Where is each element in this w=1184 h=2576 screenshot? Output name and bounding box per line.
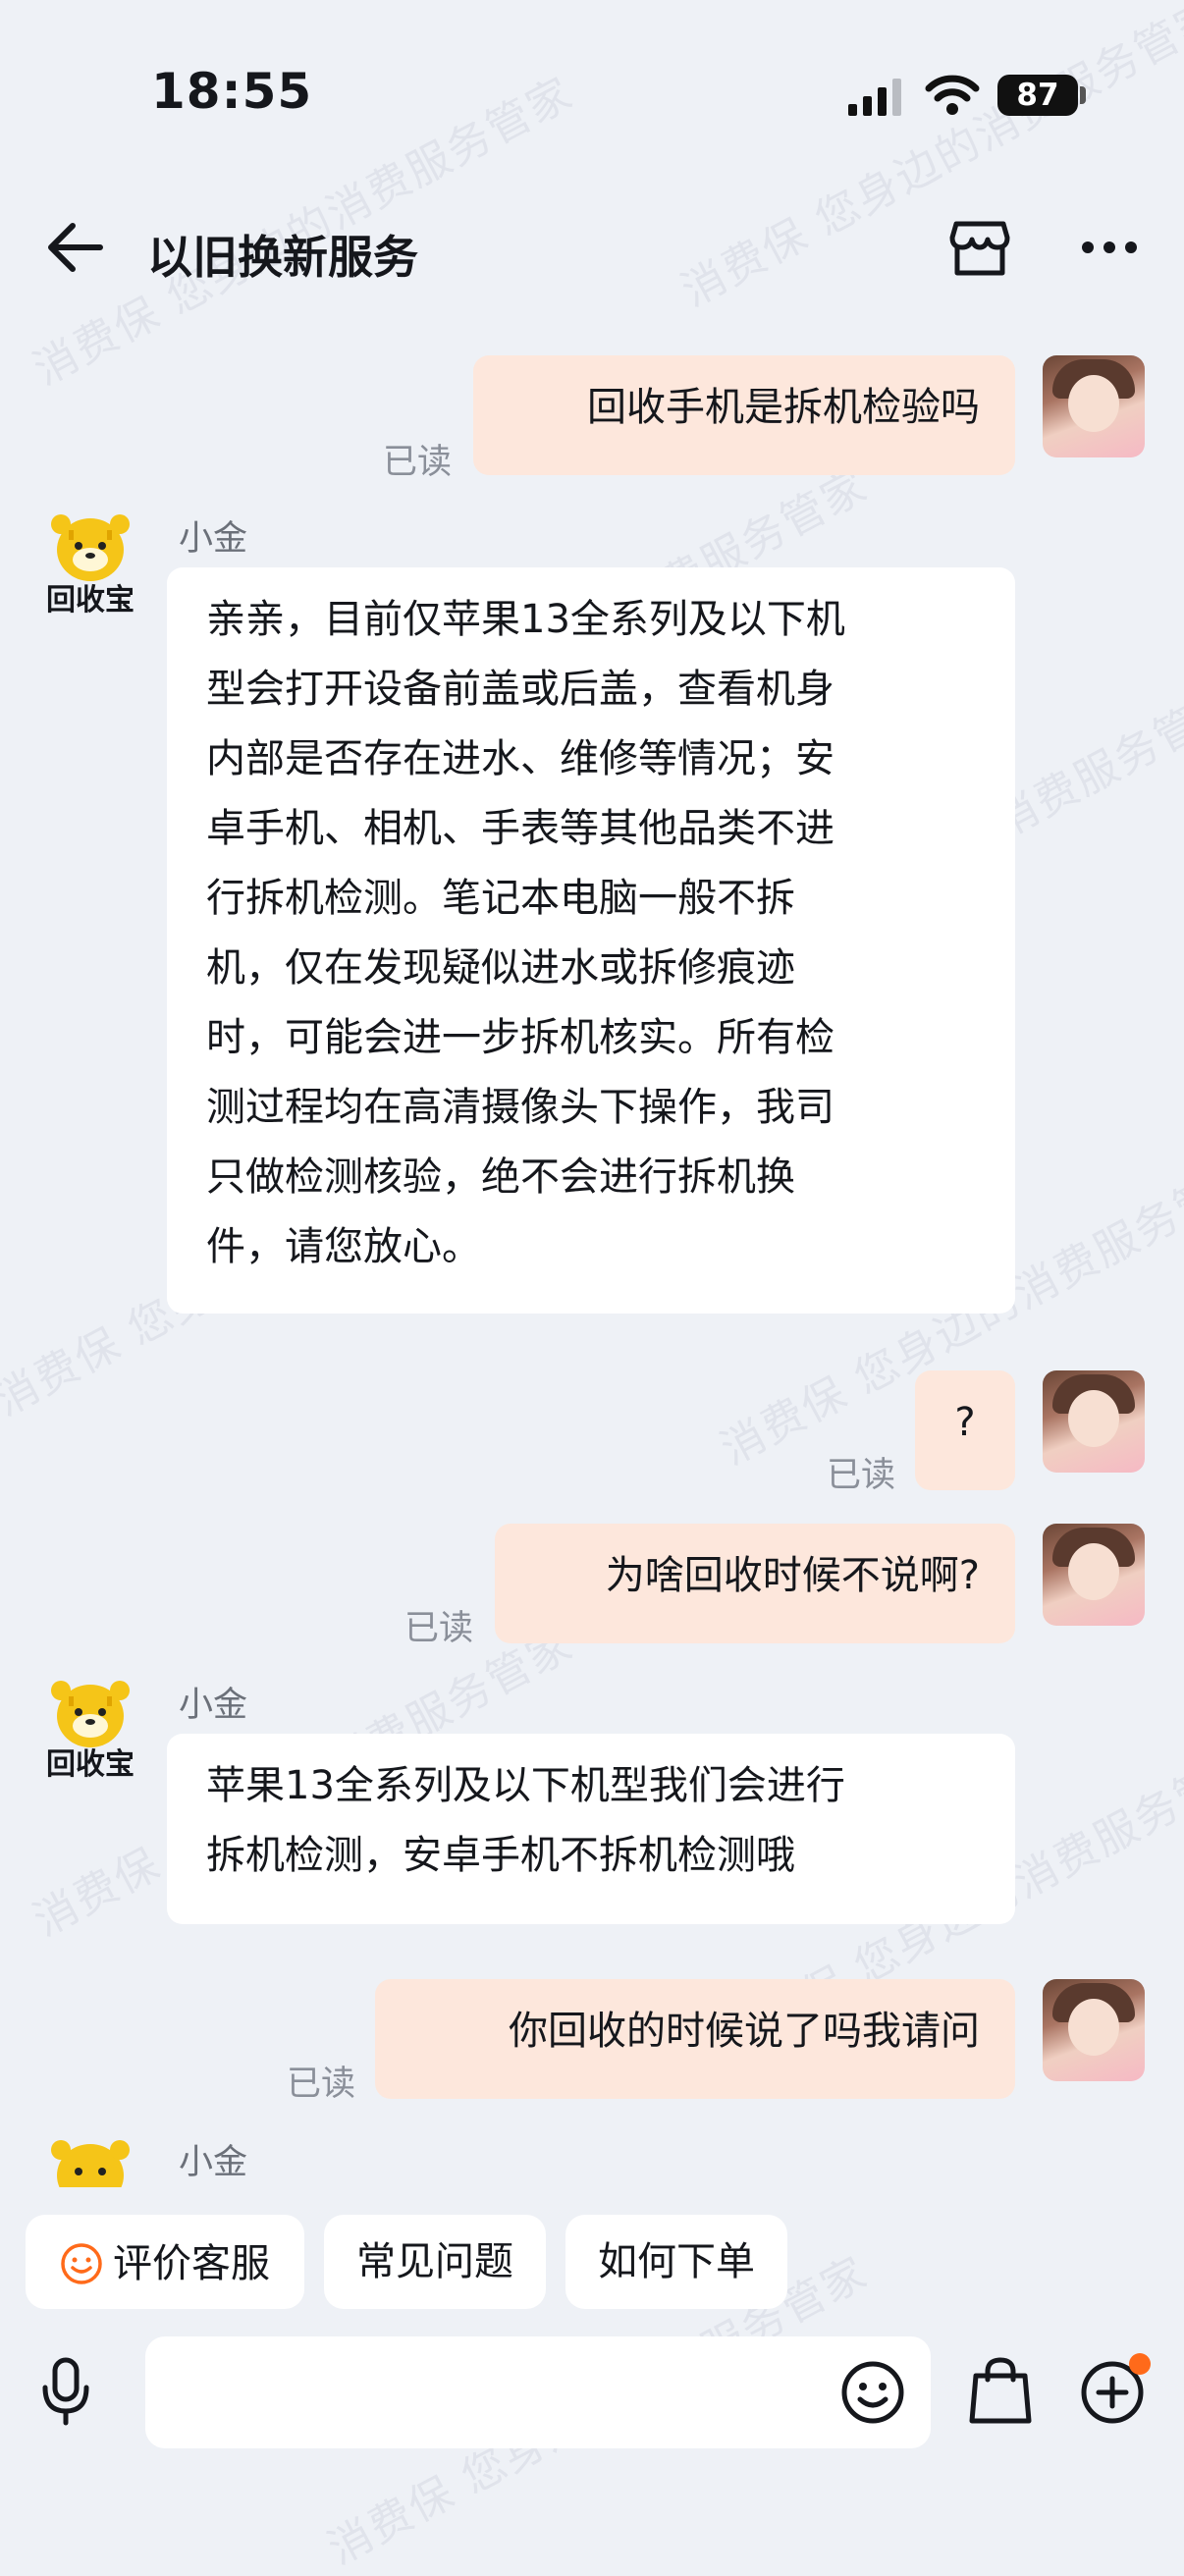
- bot-badge-label: 回收宝: [46, 1747, 135, 1782]
- watermark-text: 消费保 您身边的消费服务管家: [673, 0, 1184, 317]
- bot-avatar: [51, 2140, 130, 2187]
- quick-reply-faq[interactable]: 常见问题: [324, 2215, 546, 2309]
- battery-tip: [1080, 86, 1086, 104]
- message-line: 行拆机检测。笔记本电脑一般不拆: [206, 876, 795, 921]
- message-bubble-bot: 苹果13全系列及以下机型我们会进行 拆机检测，安卓手机不拆机检测哦: [167, 1734, 1015, 1924]
- message-line: 拆机检测，安卓手机不拆机检测哦: [206, 1833, 795, 1878]
- message-line: 时，可能会进一步拆机核实。所有检: [206, 1015, 834, 1060]
- quick-reply-label: 如何下单: [598, 2239, 755, 2284]
- message-text: ?: [954, 1400, 976, 1445]
- voice-icon[interactable]: [37, 2356, 94, 2427]
- message-line: 卓手机、相机、手表等其他品类不进: [206, 806, 834, 851]
- bot-avatar-partial: [39, 2136, 141, 2187]
- quick-reply-rate-service[interactable]: 评价客服: [26, 2215, 304, 2309]
- back-arrow-icon[interactable]: [43, 218, 106, 277]
- message-bubble-user: ?: [915, 1370, 1015, 1490]
- read-status: 已读: [287, 2065, 356, 2104]
- store-icon[interactable]: [948, 218, 1011, 279]
- notification-dot: [1129, 2353, 1151, 2375]
- smile-icon: [61, 2243, 102, 2284]
- user-avatar[interactable]: [1043, 355, 1145, 457]
- quick-reply-how-to-order[interactable]: 如何下单: [565, 2215, 787, 2309]
- message-line: 亲亲，目前仅苹果13全系列及以下机: [206, 597, 845, 642]
- message-line: 只做检测核验，绝不会进行拆机换: [206, 1154, 795, 1200]
- status-time: 18:55: [151, 63, 313, 120]
- message-bubble-user: 为啥回收时候不说啊?: [495, 1524, 1015, 1643]
- battery-level: 87: [997, 75, 1078, 116]
- message-line: 苹果13全系列及以下机型我们会进行: [206, 1763, 845, 1808]
- message-bubble-user: 你回收的时候说了吗我请问: [375, 1979, 1015, 2099]
- quick-reply-label: 常见问题: [356, 2239, 513, 2284]
- message-bubble-user: 回收手机是拆机检验吗: [473, 355, 1015, 475]
- read-status: 已读: [404, 1609, 474, 1648]
- message-line: 机，仅在发现疑似进水或拆修痕迹: [206, 945, 795, 991]
- message-text: 为啥回收时候不说啊?: [605, 1553, 980, 1598]
- read-status: 已读: [383, 443, 453, 482]
- page-title: 以旧换新服务: [147, 231, 418, 284]
- bot-badge-label: 回收宝: [46, 583, 135, 617]
- bag-icon[interactable]: [968, 2356, 1033, 2427]
- message-line: 测过程均在高清摄像头下操作，我司: [206, 1085, 834, 1130]
- user-avatar[interactable]: [1043, 1524, 1145, 1626]
- sender-name: 小金: [179, 2143, 248, 2182]
- message-line: 内部是否存在进水、维修等情况；安: [206, 736, 834, 781]
- message-line: 型会打开设备前盖或后盖，查看机身: [206, 667, 834, 712]
- emoji-icon[interactable]: [840, 2360, 905, 2425]
- message-text: 回收手机是拆机检验吗: [587, 385, 980, 430]
- message-input[interactable]: [145, 2336, 931, 2448]
- sender-name: 小金: [179, 1686, 248, 1725]
- signal-icon: [848, 79, 901, 116]
- wifi-icon: [925, 75, 980, 115]
- user-avatar[interactable]: [1043, 1370, 1145, 1473]
- user-avatar[interactable]: [1043, 1979, 1145, 2081]
- quick-reply-label: 评价客服: [113, 2241, 270, 2286]
- message-line: 件，请您放心。: [206, 1224, 481, 1269]
- read-status: 已读: [827, 1456, 896, 1495]
- sender-name: 小金: [179, 519, 248, 559]
- more-icon[interactable]: [1080, 238, 1139, 257]
- message-text: 你回收的时候说了吗我请问: [509, 2009, 980, 2054]
- message-bubble-bot: 亲亲，目前仅苹果13全系列及以下机 型会打开设备前盖或后盖，查看机身 内部是否存…: [167, 567, 1015, 1314]
